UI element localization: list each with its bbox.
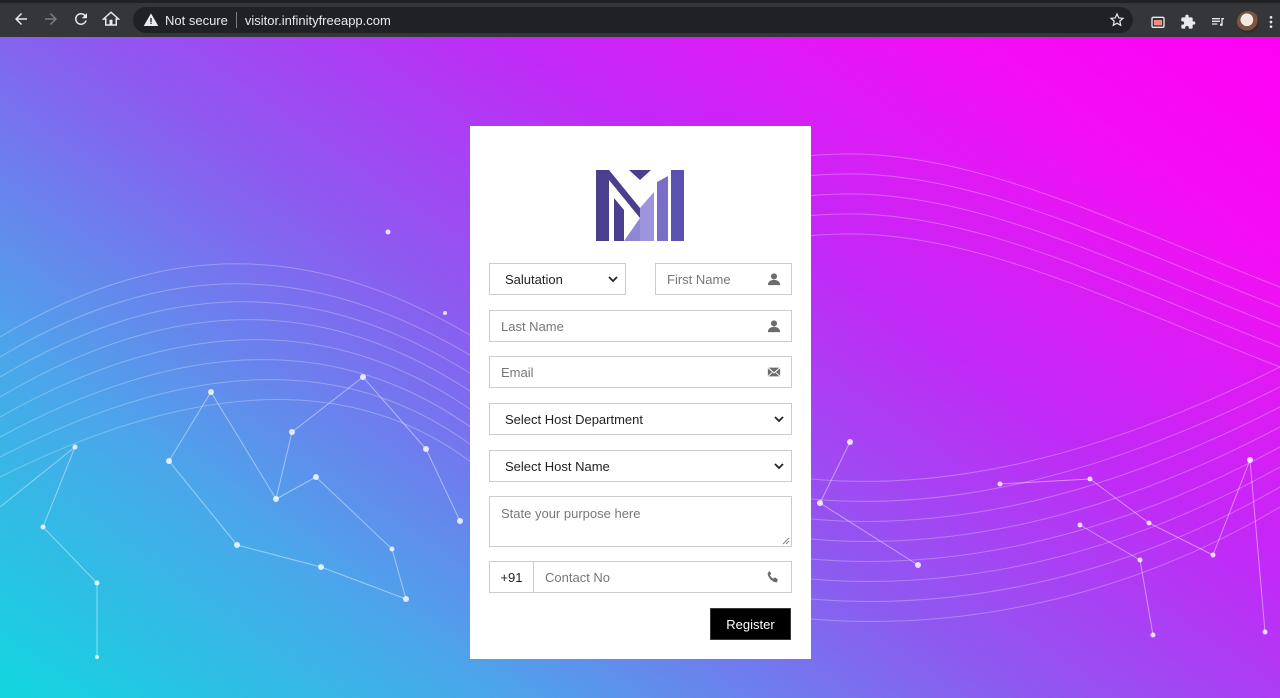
user-icon: [766, 271, 782, 287]
back-button[interactable]: [6, 4, 36, 34]
window-icon: [1151, 16, 1165, 28]
chevron-down-icon: [774, 463, 784, 470]
phone-icon: [766, 569, 782, 585]
page-background: Salutation First Name Last Name Email Se…: [0, 37, 1280, 698]
contact-number-field[interactable]: +91 Contact No: [489, 561, 792, 593]
url-text[interactable]: visitor.infinityfreeapp.com: [245, 13, 391, 28]
home-button[interactable]: [96, 4, 126, 34]
purpose-textarea[interactable]: State your purpose here: [489, 496, 792, 547]
home-icon: [102, 11, 120, 26]
forward-button[interactable]: [36, 4, 66, 34]
email-placeholder: Email: [501, 364, 534, 380]
chevron-down-icon: [608, 276, 618, 283]
media-button[interactable]: [1206, 10, 1230, 34]
arrow-right-icon: [45, 13, 57, 25]
bookmark-star-icon[interactable]: [1109, 12, 1125, 28]
browser-toolbar: Not secure visitor.infinityfreeapp.com: [0, 0, 1280, 37]
avatar: [1237, 10, 1259, 33]
registration-card: Salutation First Name Last Name Email Se…: [470, 126, 811, 659]
extensions-button[interactable]: [1176, 10, 1200, 34]
envelope-icon: [766, 364, 782, 380]
extension-button[interactable]: [1146, 10, 1170, 34]
host-name-value: Select Host Name: [505, 458, 610, 474]
warning-icon[interactable]: [143, 12, 159, 28]
profile-button[interactable]: [1236, 10, 1260, 34]
resize-handle-icon[interactable]: [782, 537, 790, 545]
email-field[interactable]: Email: [489, 356, 792, 388]
divider: [235, 12, 237, 28]
reload-button[interactable]: [66, 4, 96, 34]
security-label[interactable]: Not secure: [165, 13, 228, 28]
first-name-placeholder: First Name: [667, 271, 731, 287]
host-department-value: Select Host Department: [505, 411, 644, 427]
host-department-select[interactable]: Select Host Department: [489, 403, 792, 435]
last-name-field[interactable]: Last Name: [489, 310, 792, 342]
playlist-icon: [1212, 17, 1224, 26]
host-name-select[interactable]: Select Host Name: [489, 450, 792, 482]
chevron-down-icon: [774, 416, 784, 423]
address-bar[interactable]: Not secure visitor.infinityfreeapp.com: [133, 7, 1133, 33]
last-name-placeholder: Last Name: [501, 318, 564, 334]
arrow-left-icon: [15, 13, 27, 25]
menu-button[interactable]: [1266, 10, 1276, 34]
extensions-area: [1146, 3, 1280, 40]
reload-icon: [74, 12, 87, 25]
kebab-menu-icon: [1269, 15, 1273, 28]
contact-placeholder: Contact No: [545, 569, 611, 585]
puzzle-icon: [1181, 14, 1196, 29]
first-name-field[interactable]: First Name: [655, 263, 792, 295]
company-logo: [596, 170, 684, 241]
country-code-prefix: +91: [490, 562, 534, 592]
register-button[interactable]: Register: [710, 608, 791, 640]
salutation-value: Salutation: [505, 271, 563, 287]
user-icon: [766, 318, 782, 334]
salutation-select[interactable]: Salutation: [489, 263, 626, 295]
purpose-placeholder: State your purpose here: [501, 506, 641, 521]
